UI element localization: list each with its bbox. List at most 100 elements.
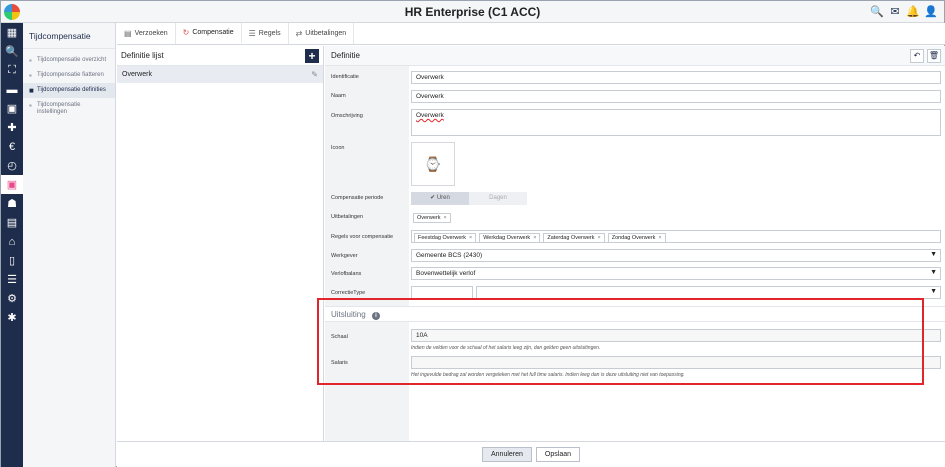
chip: Feestdag Overwerk × [414,232,477,243]
tab-bar: ▤ Verzoeken ↻ Compensatie ☰ Regels ⇄ Uit… [117,23,945,45]
tab-label: Verzoeken [134,30,168,37]
verlofbalans-select[interactable]: Bovenwettelijk verlof [411,267,941,280]
person-icon[interactable]: 👤 [924,5,938,19]
chip-label: Overwerk [417,214,441,221]
money-bag-icon[interactable]: € [1,137,23,156]
nav-item-overzicht[interactable]: ▪ Tijdcompensatie overzicht [23,53,115,68]
apps-icon[interactable]: ▦ [1,23,23,42]
search-icon[interactable]: 🔍 [1,42,23,61]
highlight-box [317,298,924,385]
gear-icon[interactable]: ✱ [1,308,23,327]
regels-chips: Feestdag Overwerk × Werkdag Overwerk × Zat… [412,231,666,244]
werkgever-select[interactable]: Gemeente BCS (2430) [411,249,941,262]
werkgever-label: Werkgever [331,253,358,259]
compensatie-periode-label: Compensatie periode [331,195,384,201]
list-icon: ☰ [248,29,256,38]
chip-label: Zondag Overwerk [611,234,656,241]
payment-icon: ⇄ [295,29,303,38]
chip: Zondag Overwerk × [607,232,666,243]
omschrijving-textarea[interactable]: Overwerk [411,109,941,136]
naam-label: Naam [331,93,346,99]
calendar-clock-icon[interactable]: ▣ [1,175,23,194]
nav-item-label: Tijdcompensatie fiatteren [37,72,104,78]
form-footer: Annuleren Opslaan [117,441,945,467]
list-item-label: Overwerk [122,71,152,78]
regels-label: Regels voor compensatie [331,234,394,240]
cycle-icon: ↻ [182,28,190,37]
tab-verzoeken[interactable]: ▤ Verzoeken [117,23,176,44]
identificatie-label: Identificatie [331,74,359,80]
app-title: HR Enterprise (C1 ACC) [404,5,541,19]
detail-header: Definitie ↶ 🗑 [325,46,945,66]
tab-label: Compensatie [192,29,234,36]
institution-icon[interactable]: ⌂ [1,232,23,251]
undo-button[interactable]: ↶ [910,48,924,63]
person-icon[interactable]: ☗ [1,194,23,213]
remove-chip-icon[interactable]: × [597,235,600,241]
nav-item-definities[interactable]: ■ Tijdcompensatie definities [23,83,115,98]
bullet-icon: ▪ [29,56,32,65]
remove-chip-icon[interactable]: × [444,215,447,221]
list-header: Definitie lijst + [117,46,323,66]
remove-chip-icon[interactable]: × [469,235,472,241]
org-icon[interactable]: ⛶ [1,61,23,80]
delete-button[interactable]: 🗑 [927,48,941,63]
bullet-icon: ▪ [29,101,32,110]
list-title: Definitie lijst [121,51,164,60]
calendar-icon[interactable]: ▣ [1,99,23,118]
nav-item-fiatteren[interactable]: ▪ Tijdcompensatie fiatteren [23,68,115,83]
nav-item-label: Tijdcompensatie instellingen [37,102,81,115]
chip: Overwerk × [413,212,451,223]
bell-icon[interactable]: 🔔 [906,5,920,19]
identificatie-field[interactable]: Overwerk [411,71,941,84]
nav-item-instellingen[interactable]: ▪ Tijdcompensatie instellingen [23,98,115,120]
uitbetalingen-label: Uitbetalingen [331,214,364,220]
add-definition-button[interactable]: + [305,48,319,63]
module-title: Tijdcompensatie [23,23,115,49]
tab-uitbetalingen[interactable]: ⇄ Uitbetalingen [289,23,355,44]
save-button[interactable]: Opslaan [535,447,580,462]
id-card-icon[interactable]: ▤ [1,213,23,232]
icon-rail: ▦ 🔍 ⛶ ▬ ▣ ✚ € ◴ ▣ ☗ ▤ ⌂ ▯ ☰ ⚙ ✱ [1,23,23,467]
dagen-option[interactable]: Dagen [469,192,527,205]
detail-title: Definitie [331,51,360,60]
bullet-icon: ■ [29,86,34,95]
folder-icon[interactable]: ▬ [1,80,23,99]
omschrijving-label: Omschrijving [331,113,363,119]
nav-item-label: Tijdcompensatie overzicht [37,57,107,63]
uren-option[interactable]: ✔ Uren [411,192,469,205]
uitbetalingen-chips[interactable]: Overwerk × [411,211,451,224]
chip-label: Feestdag Overwerk [418,234,466,241]
compensatie-periode-toggle: ✔ Uren Dagen [411,192,527,205]
user-settings-icon[interactable]: ⚙ [1,289,23,308]
mail-icon[interactable]: ✉ [888,5,902,19]
chip-label: Zaterdag Overwerk [547,234,595,241]
omschrijving-value: Overwerk [416,112,444,119]
title-bar-icons: 🔍 ✉ 🔔 👤 [870,5,938,19]
naam-field[interactable]: Overwerk [411,90,941,103]
tab-label: Regels [258,30,281,37]
plus-icon[interactable]: ✚ [1,118,23,137]
regels-field[interactable]: Feestdag Overwerk × Werkdag Overwerk × Zat… [411,230,941,243]
tab-compensatie[interactable]: ↻ Compensatie [175,23,242,44]
list-item[interactable]: Overwerk ✎ [117,66,323,83]
timer-icon[interactable]: ◴ [1,156,23,175]
bullet-icon: ▪ [29,71,32,80]
calendar-clock-icon[interactable]: ⌚ [411,142,455,186]
chip: Werkdag Overwerk × [479,232,541,243]
document-icon: ▤ [124,29,132,38]
pencil-icon[interactable]: ✎ [311,70,318,79]
cancel-button[interactable]: Annuleren [482,447,532,462]
search-user-icon[interactable]: 🔍 [870,5,884,19]
icoon-label: Icoon [331,145,345,151]
document-icon[interactable]: ▯ [1,251,23,270]
remove-chip-icon[interactable]: × [658,235,661,241]
remove-chip-icon[interactable]: × [533,235,536,241]
chip: Zaterdag Overwerk × [543,232,605,243]
tab-label: Uitbetalingen [305,30,347,37]
document-list-icon[interactable]: ☰ [1,270,23,289]
title-bar: HR Enterprise (C1 ACC) 🔍 ✉ 🔔 👤 [1,1,944,23]
tab-regels[interactable]: ☰ Regels [242,23,289,44]
nav-item-label: Tijdcompensatie definities [37,87,106,93]
definition-list-panel: Definitie lijst + Overwerk ✎ [117,46,324,441]
